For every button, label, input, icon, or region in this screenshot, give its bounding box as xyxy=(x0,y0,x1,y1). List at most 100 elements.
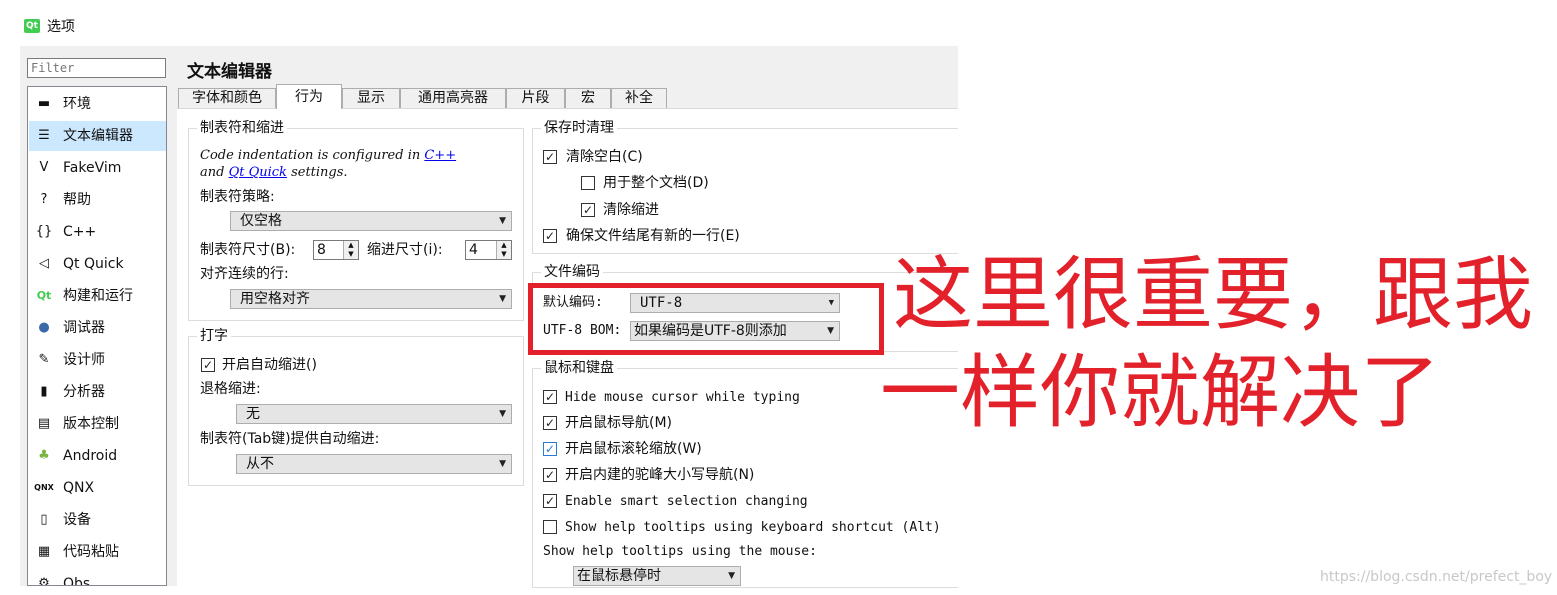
tab-size-label: 制表符尺寸(B): xyxy=(200,242,296,258)
tabs-indent-title: 制表符和缩进 xyxy=(197,120,287,136)
tab-behavior[interactable]: 行为 xyxy=(276,84,342,109)
category-item-environment[interactable]: ▬ 环境 xyxy=(29,89,166,119)
category-item-build-run[interactable]: Qt 构建和运行 xyxy=(29,281,166,311)
category-label: Qt Quick xyxy=(63,256,124,272)
cpp-settings-link[interactable]: C++ xyxy=(424,148,456,163)
indent-info-line1: Code indentation is configured in C++ xyxy=(200,147,456,165)
annotation-text-line1: 这里很重要，跟我 xyxy=(893,248,1533,341)
cleanup-title: 保存时清理 xyxy=(541,120,617,136)
qt-app-icon: Qt xyxy=(24,19,40,33)
cpp-braces-icon: {} xyxy=(35,224,53,239)
version-control-icon: ▤ xyxy=(37,416,51,431)
align-label: 对齐连续的行: xyxy=(200,266,289,282)
wheel-zoom-checkbox[interactable]: ✓ xyxy=(543,442,557,456)
category-item-cpp[interactable]: {} C++ xyxy=(29,217,166,247)
tab-generic-highlighter[interactable]: 通用高亮器 xyxy=(400,88,506,108)
category-label: 环境 xyxy=(63,96,91,112)
category-item-designer[interactable]: ✎ 设计师 xyxy=(29,345,166,375)
clean-whitespace-checkbox[interactable]: ✓ xyxy=(543,150,557,164)
category-list[interactable]: ▬ 环境 ☰ 文本编辑器 V FakeVim ? 帮助 {} C++ ◁ Qt … xyxy=(27,86,167,586)
category-item-fakevim[interactable]: V FakeVim xyxy=(29,153,166,183)
filter-input[interactable] xyxy=(27,58,166,78)
indent-info-line2: and Qt Quick settings. xyxy=(200,164,348,182)
ensure-newline-checkbox[interactable]: ✓ xyxy=(543,229,557,243)
combo-value: 在鼠标悬停时 xyxy=(577,568,661,584)
ensure-newline-label: 确保文件结尾有新的一行(E) xyxy=(566,228,740,244)
category-item-qnx[interactable]: QNX QNX xyxy=(29,473,166,503)
indent-size-spinbox[interactable]: 4 ▲ ▼ xyxy=(465,240,512,260)
category-item-code-paste[interactable]: ▦ 代码粘贴 xyxy=(29,537,166,567)
category-item-help[interactable]: ? 帮助 xyxy=(29,185,166,215)
category-item-device[interactable]: ▯ 设备 xyxy=(29,505,166,535)
category-label: 版本控制 xyxy=(63,416,119,432)
tab-snippets[interactable]: 片段 xyxy=(506,88,565,108)
page-title: 文本编辑器 xyxy=(187,62,272,82)
smart-selection-checkbox[interactable]: ✓ xyxy=(543,494,557,508)
help-tooltips-alt-checkbox[interactable] xyxy=(543,520,557,534)
tab-macros[interactable]: 宏 xyxy=(565,88,611,108)
tooltip-mouse-label: Show help tooltips using the mouse: xyxy=(543,544,817,559)
indent-size-label: 缩进尺寸(i): xyxy=(367,242,443,258)
combo-value: 从不 xyxy=(246,456,274,472)
auto-indent-checkbox[interactable]: ✓ xyxy=(201,358,215,372)
typing-title: 打字 xyxy=(197,328,231,344)
clean-indent-label: 清除缩进 xyxy=(603,202,659,218)
qt-quick-settings-link[interactable]: Qt Quick xyxy=(229,165,287,180)
fakevim-icon: V xyxy=(39,160,49,175)
category-item-debugger[interactable]: ● 调试器 xyxy=(29,313,166,343)
mouse-nav-label: 开启鼠标导航(M) xyxy=(565,415,673,431)
spin-value: 8 xyxy=(317,242,326,258)
category-item-analyzer[interactable]: ▮ 分析器 xyxy=(29,377,166,407)
tab-size-spinbox[interactable]: 8 ▲ ▼ xyxy=(313,240,359,260)
clean-indent-checkbox[interactable]: ✓ xyxy=(581,203,595,217)
device-icon: ▯ xyxy=(40,512,48,527)
tab-key-combo[interactable]: 从不 ▼ xyxy=(236,454,512,474)
tab-key-label: 制表符(Tab键)提供自动缩进: xyxy=(200,431,380,447)
tab-display[interactable]: 显示 xyxy=(342,88,400,108)
category-item-qbs[interactable]: ⚙ Qbs xyxy=(29,569,166,586)
spin-arrows-icon[interactable]: ▲ ▼ xyxy=(496,241,511,259)
debugger-icon: ● xyxy=(38,320,50,335)
tooltip-mouse-combo[interactable]: 在鼠标悬停时 ▼ xyxy=(573,566,741,586)
entire-document-checkbox[interactable] xyxy=(581,176,595,190)
category-item-android[interactable]: ♣ Android xyxy=(29,441,166,471)
watermark: https://blog.csdn.net/prefect_boy xyxy=(1320,569,1553,585)
wheel-zoom-label: 开启鼠标滚轮缩放(W) xyxy=(565,441,702,457)
backspace-indent-label: 退格缩进: xyxy=(200,381,261,397)
help-icon: ? xyxy=(40,192,48,207)
tab-policy-label: 制表符策略: xyxy=(200,189,275,205)
auto-indent-label: 开启自动缩进() xyxy=(222,357,317,373)
category-item-text-editor[interactable]: ☰ 文本编辑器 xyxy=(29,121,166,151)
combo-value: 仅空格 xyxy=(240,213,282,229)
code-paste-icon: ▦ xyxy=(37,544,51,559)
category-label: Qbs xyxy=(63,576,91,586)
smart-selection-label: Enable smart selection changing xyxy=(565,494,808,509)
clean-whitespace-label: 清除空白(C) xyxy=(566,149,643,165)
tab-font-colors[interactable]: 字体和颜色 xyxy=(178,88,276,108)
category-label: 文本编辑器 xyxy=(63,128,133,144)
dropdown-arrow-icon: ▼ xyxy=(499,216,506,226)
category-label: 设备 xyxy=(63,512,91,528)
annotation-highlight-box xyxy=(528,283,884,355)
indent-info-text: Code indentation is configured in xyxy=(200,148,425,163)
spin-value: 4 xyxy=(469,242,478,258)
category-item-version-control[interactable]: ▤ 版本控制 xyxy=(29,409,166,439)
indent-info-text: settings. xyxy=(286,165,348,180)
dropdown-arrow-icon: ▼ xyxy=(499,409,506,419)
android-icon: ♣ xyxy=(38,448,50,463)
mouse-nav-checkbox[interactable]: ✓ xyxy=(543,416,557,430)
tab-completion[interactable]: 补全 xyxy=(611,88,667,108)
align-combo[interactable]: 用空格对齐 ▼ xyxy=(230,289,512,309)
spin-arrows-icon[interactable]: ▲ ▼ xyxy=(343,241,358,259)
category-label: Android xyxy=(63,448,118,464)
camelcase-nav-checkbox[interactable]: ✓ xyxy=(543,468,557,482)
category-item-qt-quick[interactable]: ◁ Qt Quick xyxy=(29,249,166,279)
combo-value: 用空格对齐 xyxy=(240,291,310,307)
hide-cursor-checkbox[interactable]: ✓ xyxy=(543,390,557,404)
backspace-indent-combo[interactable]: 无 ▼ xyxy=(236,404,512,424)
text-editor-icon: ☰ xyxy=(38,128,50,143)
category-label: 调试器 xyxy=(63,320,105,336)
tab-policy-combo[interactable]: 仅空格 ▼ xyxy=(230,211,512,231)
build-run-icon: Qt xyxy=(36,289,52,302)
window-title: 选项 xyxy=(47,19,75,35)
